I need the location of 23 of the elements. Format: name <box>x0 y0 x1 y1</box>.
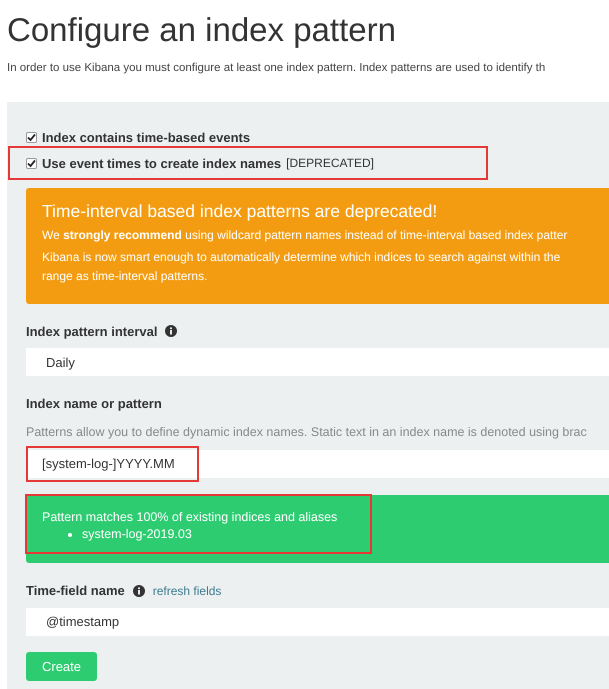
deprecated-tag: [DEPRECATED] <box>286 154 374 172</box>
match-message: Pattern matches 100% of existing indices and aliases <box>42 509 338 526</box>
bullet-icon <box>68 532 72 536</box>
warning-text: range as time-interval patterns. <box>42 268 208 286</box>
field-label: Index name or pattern <box>26 394 162 413</box>
page-title: Configure an index pattern <box>7 10 397 50</box>
info-icon <box>165 325 178 338</box>
checkbox[interactable] <box>26 132 37 143</box>
time-field-select[interactable]: @timestamp <box>26 608 609 636</box>
info-icon <box>132 585 145 597</box>
intro-text: In order to use Kibana you must configure at least one index pattern. Index patterns are used to identify th <box>7 61 546 76</box>
warning-text: We strongly recommend using wildcard pattern names instead of time-interval based index patter <box>42 227 568 244</box>
index-name: system-log-2019.03 <box>82 526 192 543</box>
warning-heading: Time-interval based index patterns are deprecated! <box>42 200 438 222</box>
interval-select[interactable]: Daily <box>26 348 609 376</box>
warning-text: Kibana is now smart enough to automatically determine which indices to search against within the <box>42 249 562 266</box>
checkbox[interactable] <box>26 158 37 169</box>
field-label: Index pattern interval <box>26 322 158 341</box>
help-text: Patterns allow you to define dynamic index names. Static text in an index name is denoted using brac <box>26 424 588 442</box>
refresh-fields-link[interactable]: refresh fields <box>152 582 222 600</box>
field-label: Time-field name <box>26 582 125 600</box>
checkbox-label: Use event times to create index names <box>42 154 282 172</box>
checkbox-label: Index contains time-based events <box>42 128 250 146</box>
